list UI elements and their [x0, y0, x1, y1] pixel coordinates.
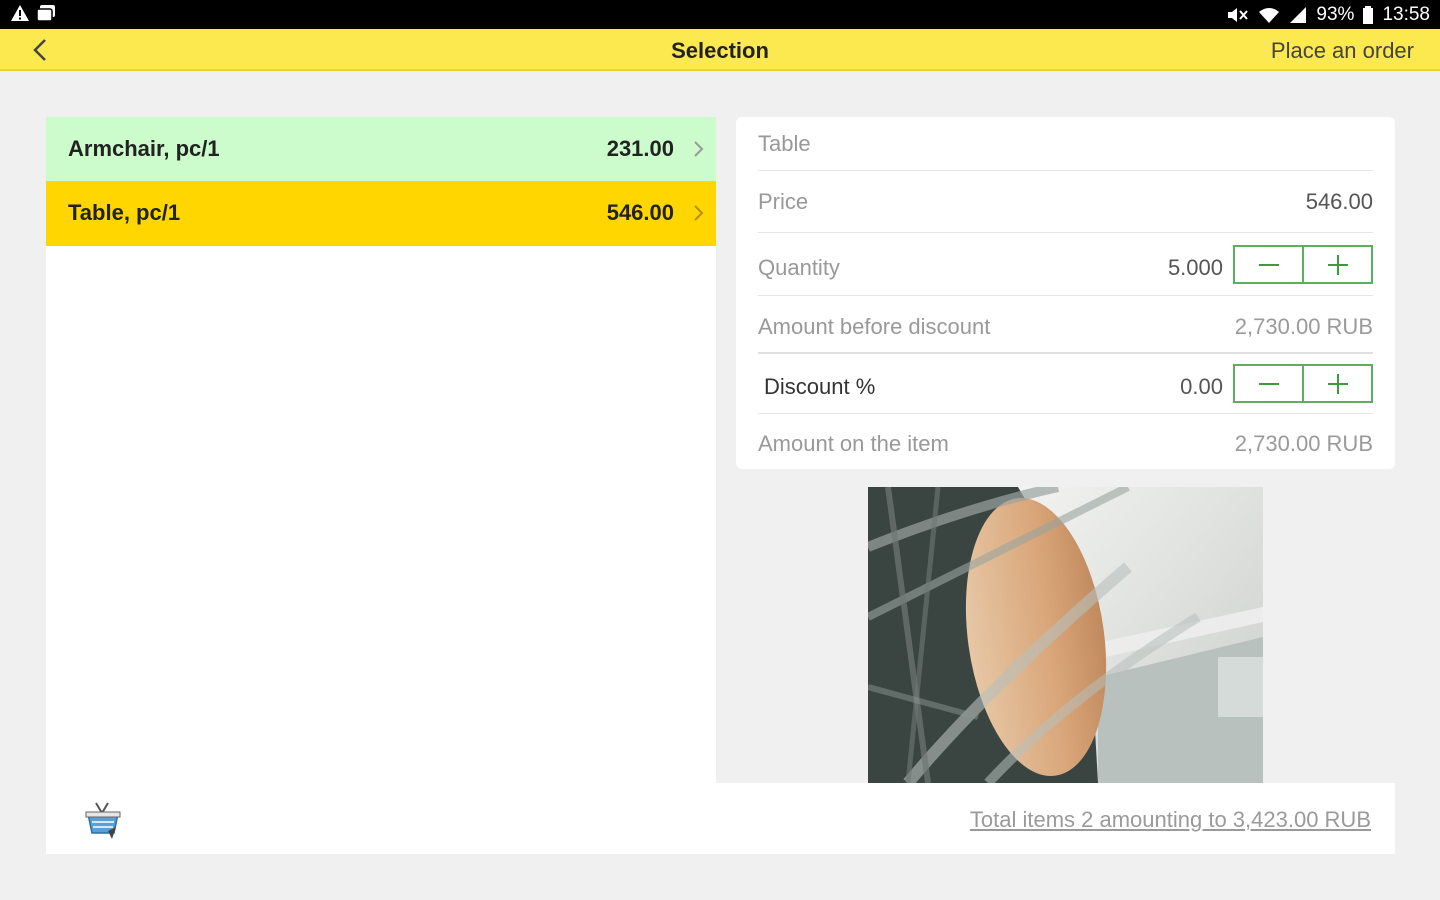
- list-item-armchair[interactable]: Armchair, pc/1 231.00: [46, 117, 716, 181]
- quantity-value: 5.000: [1167, 255, 1223, 280]
- battery-percent: 93%: [1316, 4, 1355, 25]
- status-left: [10, 4, 56, 22]
- discount-stepper: [1233, 364, 1373, 403]
- amount-on-item-value: 2,730.00 RUB: [1234, 431, 1373, 456]
- divider: [758, 170, 1373, 171]
- chevron-right-icon: [694, 205, 704, 221]
- basket-icon[interactable]: [80, 799, 124, 841]
- product-photo-image: [868, 487, 1263, 783]
- order-total-link[interactable]: Total items 2 amounting to 3,423.00 RUB: [970, 807, 1371, 833]
- quantity-label: Quantity: [758, 255, 840, 280]
- battery-icon: [1363, 6, 1374, 24]
- price-value: 546.00: [1305, 189, 1373, 214]
- item-name: Armchair, pc/1: [68, 136, 220, 161]
- order-summary-bar: Total items 2 amounting to 3,423.00 RUB: [46, 783, 1395, 854]
- product-photo: [868, 487, 1263, 783]
- amount-before-discount-value: 2,730.00 RUB: [1234, 314, 1373, 339]
- divider: [758, 413, 1373, 414]
- gallery-icon: [36, 5, 55, 22]
- amount-before-discount-label: Amount before discount: [758, 314, 991, 339]
- order-items-list: Armchair, pc/1 231.00 Table, pc/1 546.00: [46, 117, 716, 783]
- price-label: Price: [758, 189, 809, 214]
- divider: [758, 232, 1373, 233]
- divider: [758, 295, 1373, 296]
- mute-icon: [1228, 8, 1249, 22]
- quantity-increase-button[interactable]: [1302, 247, 1371, 282]
- discount-increase-button[interactable]: [1302, 366, 1371, 401]
- list-item-table[interactable]: Table, pc/1 546.00: [46, 181, 716, 246]
- discount-label: Discount %: [764, 374, 876, 399]
- discount-row: Discount % 0.00: [758, 364, 1373, 404]
- app-bar: Selection Place an order: [0, 29, 1440, 71]
- amount-on-item-label: Amount on the item: [758, 431, 949, 456]
- chevron-right-icon: [694, 141, 704, 157]
- details-item-name: Table: [758, 131, 811, 156]
- item-details-panel: Table Price 546.00 Quantity 5.000 Amount…: [736, 117, 1395, 469]
- quantity-decrease-button[interactable]: [1235, 247, 1302, 282]
- discount-decrease-button[interactable]: [1235, 366, 1302, 401]
- clock: 13:58: [1382, 4, 1430, 25]
- place-order-button[interactable]: Place an order: [1271, 38, 1414, 64]
- item-price: 231.00: [606, 136, 674, 161]
- discount-value: 0.00: [1180, 374, 1223, 399]
- warning-icon: [11, 5, 29, 21]
- page-title: Selection: [671, 38, 769, 63]
- status-bar: 93% 13:58: [0, 0, 1440, 29]
- divider: [758, 352, 1373, 354]
- signal-icon: [1290, 7, 1307, 23]
- quantity-stepper: [1233, 245, 1373, 284]
- item-price: 546.00: [606, 200, 674, 225]
- status-right: 93% 13:58: [1226, 4, 1430, 26]
- item-name: Table, pc/1: [68, 200, 181, 225]
- wifi-icon: [1259, 8, 1280, 23]
- quantity-row: Quantity 5.000: [758, 245, 1373, 285]
